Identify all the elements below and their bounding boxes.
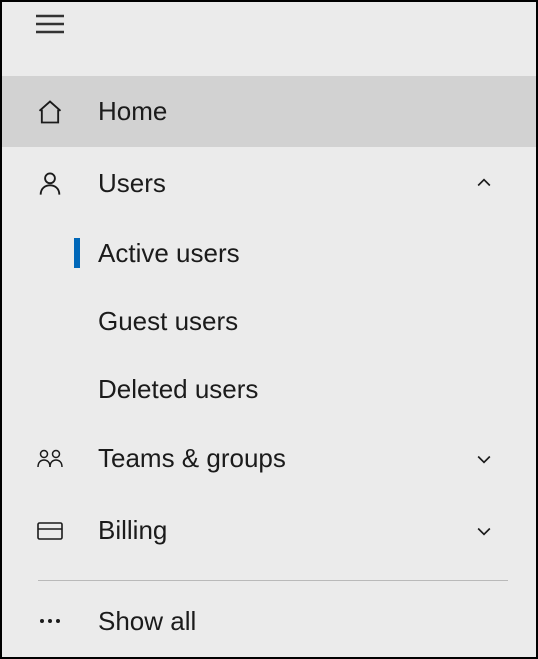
ellipsis-icon <box>2 617 98 625</box>
menu-toggle-button[interactable] <box>2 2 536 38</box>
nav-label-teams: Teams & groups <box>98 443 460 474</box>
nav-subitem-active-users[interactable]: Active users <box>2 219 536 287</box>
nav-subitem-guest-users[interactable]: Guest users <box>2 287 536 355</box>
chevron-down-icon <box>460 521 508 541</box>
chevron-down-icon <box>460 449 508 469</box>
nav-label-home: Home <box>98 96 508 127</box>
divider <box>38 580 508 581</box>
teams-icon <box>2 447 98 471</box>
billing-icon <box>2 520 98 542</box>
active-indicator <box>74 238 80 268</box>
nav-label-billing: Billing <box>98 515 460 546</box>
nav-subitem-deleted-users[interactable]: Deleted users <box>2 355 536 423</box>
nav-label-show-all: Show all <box>98 606 536 637</box>
user-icon <box>2 169 98 197</box>
nav-item-users[interactable]: Users <box>2 147 536 219</box>
nav-item-home[interactable]: Home <box>2 76 536 148</box>
nav-item-show-all[interactable]: Show all <box>2 585 536 657</box>
nav-label-users: Users <box>98 168 460 199</box>
hamburger-icon <box>36 14 64 34</box>
users-submenu: Active users Guest users Deleted users <box>2 219 536 423</box>
subitem-label: Active users <box>98 238 240 269</box>
subitem-label: Guest users <box>98 306 238 337</box>
nav-panel: Home Users Active users Guest users Dele… <box>2 2 536 657</box>
subitem-label: Deleted users <box>98 374 258 405</box>
home-icon <box>2 98 98 126</box>
nav-item-teams[interactable]: Teams & groups <box>2 423 536 495</box>
chevron-up-icon <box>460 173 508 193</box>
nav-item-billing[interactable]: Billing <box>2 495 536 567</box>
